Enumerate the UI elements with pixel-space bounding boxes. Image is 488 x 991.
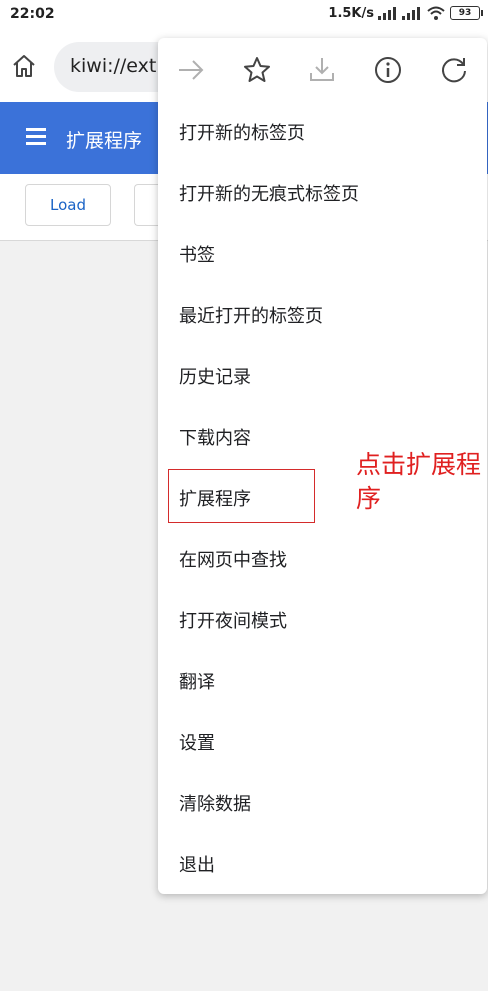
home-icon[interactable] [10, 52, 38, 80]
reload-icon[interactable] [439, 55, 469, 85]
menu-item-settings[interactable]: 设置 [158, 711, 487, 772]
load-button[interactable]: Load [25, 184, 111, 226]
menu-item-clear-data[interactable]: 清除数据 [158, 772, 487, 833]
menu-icon-row [158, 38, 487, 100]
menu-item-translate[interactable]: 翻译 [158, 650, 487, 711]
menu-item-recent-tabs[interactable]: 最近打开的标签页 [158, 284, 487, 345]
status-bar: 22:02 1.5K/s 93 [0, 0, 488, 30]
page-title: 扩展程序 [66, 130, 143, 152]
signal-icon [402, 6, 422, 20]
wifi-icon [427, 6, 445, 20]
menu-item-find-in-page[interactable]: 在网页中查找 [158, 528, 487, 589]
download-icon[interactable] [307, 55, 337, 85]
menu-item-night-mode[interactable]: 打开夜间模式 [158, 589, 487, 650]
menu-item-exit[interactable]: 退出 [158, 833, 487, 894]
menu-item-new-incognito-tab[interactable]: 打开新的无痕式标签页 [158, 162, 487, 223]
battery-icon: 93 [450, 6, 483, 20]
network-speed: 1.5K/s [328, 5, 374, 21]
menu-item-history[interactable]: 历史记录 [158, 345, 487, 406]
menu-item-new-tab[interactable]: 打开新的标签页 [158, 101, 487, 162]
menu-icon[interactable] [26, 128, 46, 145]
highlight-box [168, 469, 315, 523]
menu-item-bookmarks[interactable]: 书签 [158, 223, 487, 284]
star-icon[interactable] [242, 55, 272, 85]
status-time: 22:02 [10, 6, 55, 22]
forward-icon[interactable] [176, 55, 206, 85]
url-text[interactable]: kiwi://ext [70, 55, 156, 77]
signal-icon [378, 6, 398, 20]
info-icon[interactable] [373, 55, 403, 85]
status-indicators: 1.5K/s 93 [328, 5, 483, 21]
annotation-text: 点击扩展程序 [356, 450, 482, 513]
